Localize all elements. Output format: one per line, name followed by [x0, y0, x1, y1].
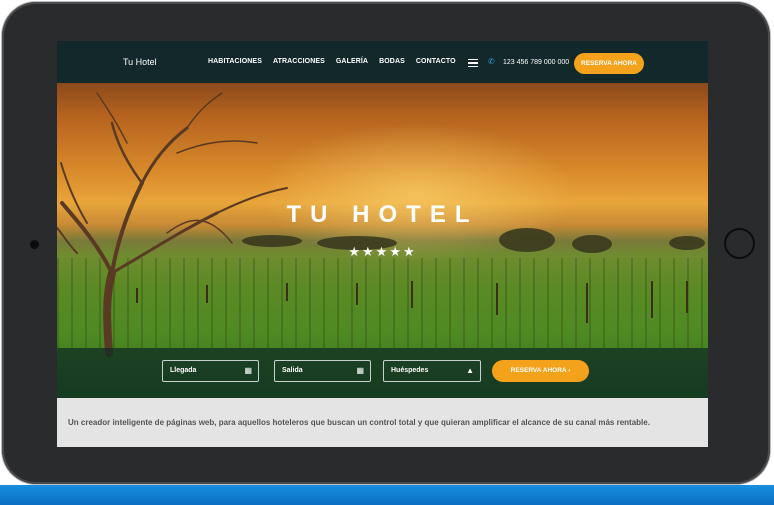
phone-icon: ✆ [488, 57, 495, 66]
camera-dot [30, 240, 39, 249]
tablet-screen: Tu Hotel HABITACIONES ATRACCIONES GALERÍ… [57, 41, 708, 447]
home-button[interactable] [724, 228, 755, 259]
menu-item-contacto[interactable]: CONTACTO [416, 58, 456, 65]
star-rating: ★★★★★ [348, 244, 417, 259]
menu-item-atracciones[interactable]: ATRACCIONES [273, 58, 325, 65]
departure-field[interactable]: Salida ▦ [274, 360, 371, 382]
menu-item-galeria[interactable]: GALERÍA [336, 58, 368, 65]
user-icon: ▲ [466, 366, 474, 375]
calendar-icon: ▦ [244, 366, 252, 375]
search-book-button[interactable]: RESERVA AHORA › [492, 360, 589, 382]
menu-icon[interactable] [468, 59, 478, 67]
booking-bar: Llegada ▦ Salida ▦ Huéspedes ▲ RESERVA A… [57, 348, 708, 398]
guests-field[interactable]: Huéspedes ▲ [383, 360, 481, 382]
site-navbar: Tu Hotel HABITACIONES ATRACCIONES GALERÍ… [57, 41, 708, 83]
phone-number[interactable]: 123 456 789 000 000 [503, 59, 569, 66]
calendar-icon: ▦ [356, 366, 364, 375]
arrival-label: Llegada [170, 367, 197, 374]
guests-label: Huéspedes [391, 367, 429, 374]
menu-item-habitaciones[interactable]: HABITACIONES [208, 58, 262, 65]
nav-book-button[interactable]: RESERVA AHORA [574, 53, 644, 74]
menu-item-bodas[interactable]: BODAS [379, 58, 405, 65]
hero-title: TU HOTEL [286, 201, 479, 228]
background-strip [0, 485, 774, 505]
tagline-text: Un creador inteligente de páginas web, p… [68, 418, 650, 427]
main-menu: HABITACIONES ATRACCIONES GALERÍA BODAS C… [208, 58, 456, 65]
brand-name[interactable]: Tu Hotel [123, 57, 157, 67]
departure-label: Salida [282, 367, 303, 374]
arrival-field[interactable]: Llegada ▦ [162, 360, 259, 382]
